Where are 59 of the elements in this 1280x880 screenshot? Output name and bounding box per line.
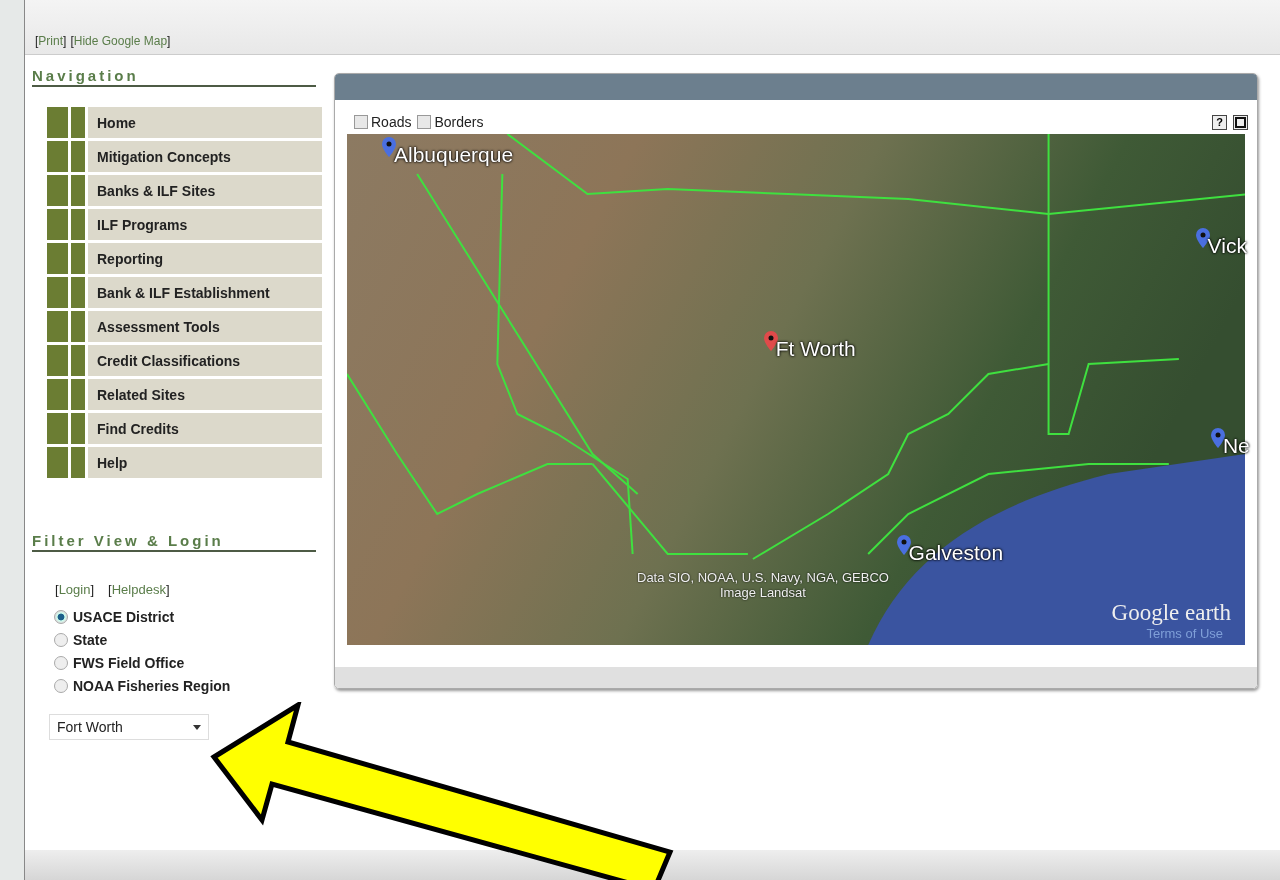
layer-checkbox[interactable]: Borders [417,114,484,130]
map-attribution: Image Landsat [719,585,806,600]
nav-marker-icon [47,413,68,444]
radio-option[interactable]: USACE District [54,609,175,625]
link[interactable]: [Print] [35,34,67,48]
district-dropdown[interactable]: Fort Worth [49,714,209,740]
nav-item[interactable]: Credit Classifications [88,345,322,376]
map-label: Albuquerque [394,143,514,168]
map-pin-icon[interactable] [763,331,778,352]
nav-marker-icon [47,277,68,308]
nav-marker-icon [47,447,68,478]
nav-marker-icon [71,175,85,206]
radio-option[interactable]: NOAA Fisheries Region [54,678,231,694]
link[interactable]: [Helpdesk] [108,582,170,597]
nav-marker-icon [71,447,85,478]
section-heading: Filter View & Login [32,532,316,552]
map-label: Ft Worth [775,337,856,362]
nav-marker-icon [71,277,85,308]
link[interactable]: [Hide Google Map] [70,34,171,48]
nav-marker-icon [47,311,68,342]
nav-item[interactable]: ILF Programs [88,209,322,240]
help-button[interactable]: ? [1212,114,1227,130]
nav-marker-icon [71,141,85,172]
map-pin-icon[interactable] [382,137,396,158]
nav-marker-icon [71,209,85,240]
radio-option[interactable]: State [54,632,108,648]
nav-item[interactable]: Assessment Tools [88,311,322,342]
layer-checkbox[interactable]: Roads [354,114,412,130]
caret-icon [193,724,201,730]
map-pin-icon[interactable] [1210,427,1225,448]
map-label: Galveston [908,540,1004,565]
nav-marker-icon [71,413,85,444]
map-logo: Google earth [1111,600,1231,626]
nav-item[interactable]: Related Sites [88,379,322,410]
nav-marker-icon [47,209,68,240]
nav-marker-icon [47,345,68,376]
nav-item[interactable]: Home [88,107,322,138]
nav-marker-icon [47,243,68,274]
nav-marker-icon [71,379,85,410]
section-heading: Navigation [32,67,316,87]
nav-item[interactable]: Bank & ILF Establishment [88,277,322,308]
radio-option[interactable]: FWS Field Office [54,655,185,671]
nav-item[interactable]: Reporting [88,243,322,274]
nav-marker-icon [47,379,68,410]
nav-item[interactable]: Mitigation Concepts [88,141,322,172]
map-pin-icon[interactable] [896,534,911,555]
nav-item[interactable]: Find Credits [88,413,322,444]
nav-item[interactable]: Banks & ILF Sites [88,175,322,206]
link[interactable]: [Login] [55,582,95,597]
nav-marker-icon [47,141,68,172]
nav-marker-icon [47,175,68,206]
nav-marker-icon [47,107,68,138]
nav-marker-icon [71,311,85,342]
nav-marker-icon [71,107,85,138]
map-attribution: Data SIO, NOAA, U.S. Navy, NGA, GEBCO [637,570,889,585]
nav-item[interactable]: Help [88,447,322,478]
nav-marker-icon [71,243,85,274]
nav-marker-icon [71,345,85,376]
fullscreen-button[interactable] [1233,114,1248,130]
